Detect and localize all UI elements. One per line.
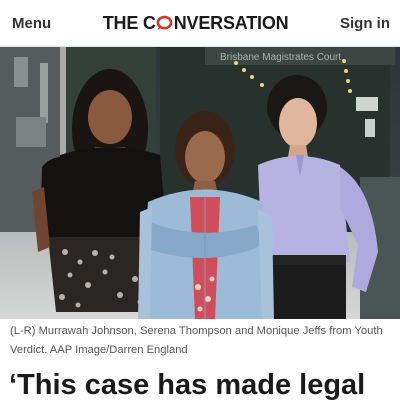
menu-button[interactable]: Menu — [12, 15, 51, 32]
speech-bubble-logo-icon — [156, 15, 173, 31]
logo-text-end: NVERSATION — [173, 12, 289, 33]
image-caption: (L-R) Murrawah Johnson, Serena Thompson … — [10, 325, 383, 356]
logo-text-start: THE C — [102, 12, 156, 33]
site-logo[interactable]: THE C NVERSATION — [103, 13, 289, 34]
site-header: Menu THE C NVERSATION Sign in — [0, 0, 400, 47]
article-hero-image: Brisbane Magistrates Court — [0, 47, 400, 319]
building-sign: Brisbane Magistrates Court — [220, 52, 341, 63]
sign-in-button[interactable]: Sign in — [340, 15, 390, 32]
article-headline[interactable]: ‘This case has made legal — [9, 366, 400, 404]
